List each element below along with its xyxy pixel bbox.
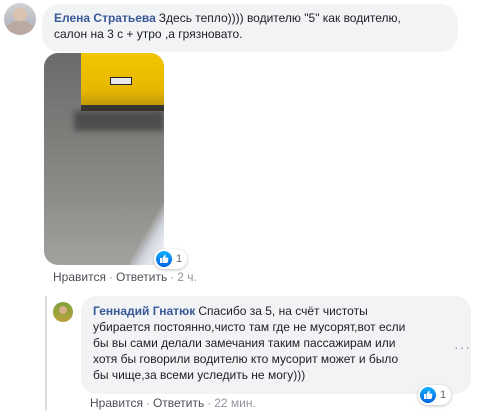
comment-text: Здесь тепло)))) водителю "5" как водител… bbox=[158, 11, 401, 25]
reply-link[interactable]: Ответить bbox=[153, 396, 204, 410]
reply-link[interactable]: Ответить bbox=[116, 270, 167, 284]
reaction-count: 1 bbox=[440, 389, 447, 401]
comment-text: бы вы сами делали замечания таким пассаж… bbox=[93, 336, 396, 350]
separator: · bbox=[207, 396, 212, 410]
more-options-icon[interactable]: ··· bbox=[454, 339, 471, 355]
timestamp[interactable]: 2 ч. bbox=[177, 270, 197, 284]
like-icon bbox=[420, 387, 436, 403]
comment-bubble: Елена Стратьева Здесь тепло)))) водителю … bbox=[42, 4, 458, 52]
like-link[interactable]: Нравится bbox=[53, 270, 106, 284]
shadow-image-part bbox=[74, 111, 164, 131]
like-link[interactable]: Нравится bbox=[90, 396, 143, 410]
reaction-summary[interactable]: 1 bbox=[154, 249, 188, 269]
reaction-summary[interactable]: 1 bbox=[418, 385, 452, 405]
separator: · bbox=[108, 270, 113, 284]
license-plate-image-part bbox=[110, 77, 132, 85]
comment-author[interactable]: Геннадий Гнатюк bbox=[93, 304, 195, 318]
comment-text: убирается постоянно,чисто там где не мус… bbox=[93, 320, 406, 334]
attached-photo[interactable] bbox=[44, 53, 164, 265]
comment-actions: Нравится · Ответить · 22 мин. bbox=[90, 396, 256, 410]
reply-bubble: Геннадий Гнатюк Спасибо за 5, на счёт чис… bbox=[81, 296, 471, 394]
comment-author[interactable]: Елена Стратьева bbox=[54, 11, 156, 25]
comment-text: Спасибо за 5, на счёт чистоты bbox=[198, 304, 368, 318]
avatar[interactable] bbox=[53, 302, 73, 322]
avatar[interactable] bbox=[4, 3, 36, 35]
comment-text: салон на 3 с + утро ,а грязновато. bbox=[54, 27, 243, 41]
timestamp[interactable]: 22 мин. bbox=[214, 396, 256, 410]
reaction-count: 1 bbox=[176, 253, 183, 265]
separator: · bbox=[170, 270, 175, 284]
comment-actions: Нравится · Ответить · 2 ч. bbox=[53, 270, 197, 284]
separator: · bbox=[145, 396, 150, 410]
comment-text: хотя бы говорили водителю кто мусорит мо… bbox=[93, 352, 399, 366]
like-icon bbox=[156, 251, 172, 267]
comment-text: бы чище,за всеми уследить не могу))) bbox=[93, 368, 306, 382]
reply-thread-line bbox=[45, 296, 47, 411]
